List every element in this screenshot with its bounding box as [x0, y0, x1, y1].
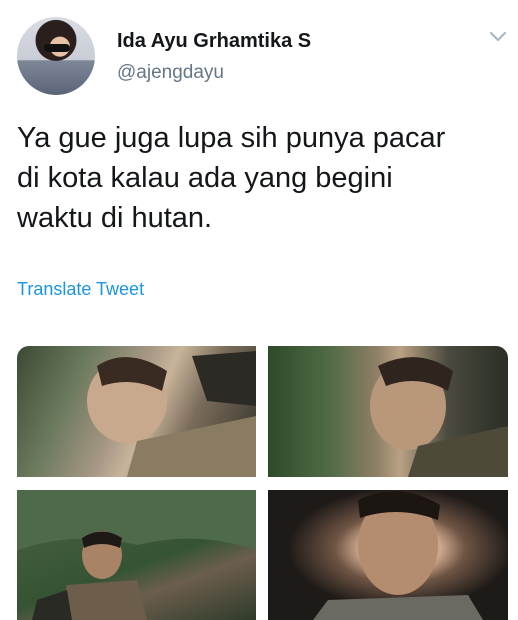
photo-illustration — [87, 351, 256, 477]
media-photo-4[interactable] — [268, 490, 508, 620]
photo-illustration — [370, 357, 508, 477]
media-photo-1[interactable] — [17, 346, 256, 477]
media-photo-2[interactable] — [268, 346, 508, 477]
media-grid — [17, 346, 508, 620]
photo-illustration — [17, 490, 256, 620]
tweet-line: Ya gue juga lupa sih punya pacar — [17, 122, 446, 154]
tweet-line: waktu di hutan. — [17, 202, 213, 234]
sunglasses-icon — [44, 44, 70, 52]
tweet-text: Ya gue juga lupa sih punya pacar di kota… — [17, 118, 497, 238]
avatar[interactable] — [17, 17, 95, 95]
tweet-line: di kota kalau ada yang begini — [17, 162, 393, 194]
photo-illustration — [313, 491, 483, 620]
translate-tweet-link[interactable]: Translate Tweet — [17, 279, 144, 300]
media-photo-3[interactable] — [17, 490, 256, 620]
username-handle[interactable]: @ajengdayu — [117, 62, 224, 84]
chevron-down-icon[interactable] — [488, 30, 508, 44]
display-name[interactable]: Ida Ayu Grhamtika S — [117, 30, 311, 53]
